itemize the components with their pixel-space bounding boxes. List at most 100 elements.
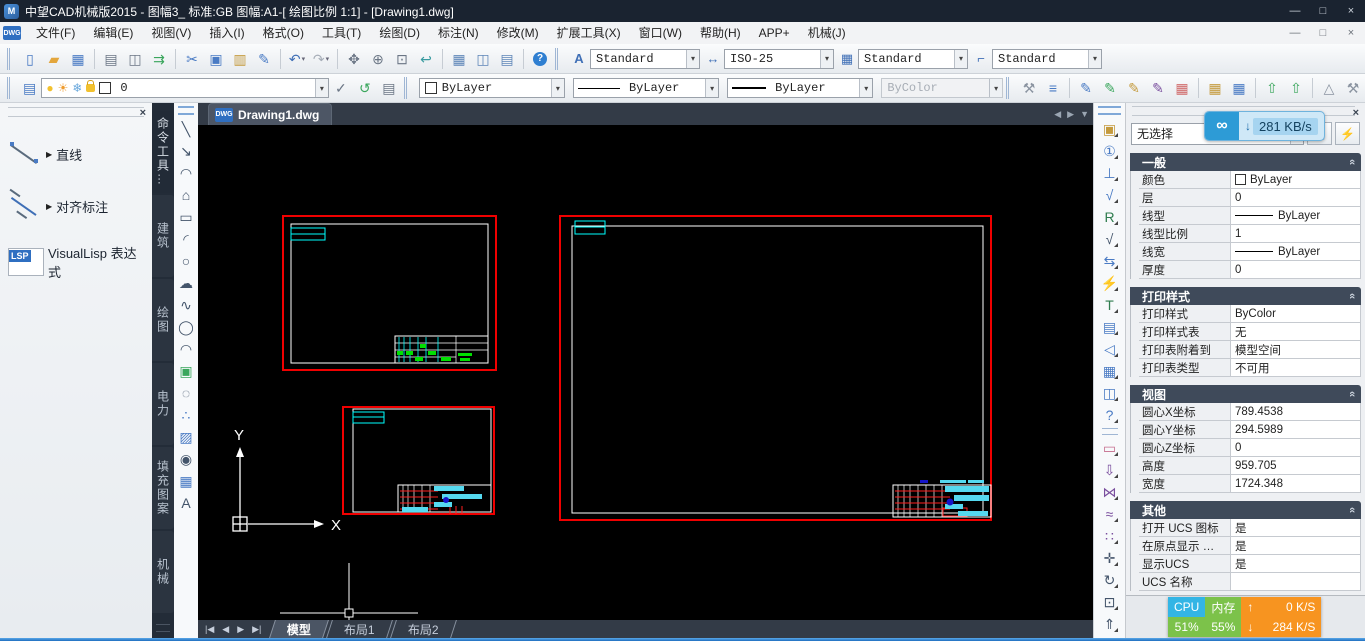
minimize-button[interactable]: — bbox=[1281, 0, 1309, 22]
collapse-chevron-icon[interactable]: « bbox=[1346, 507, 1358, 513]
layer-previous-button[interactable]: ↺ bbox=[353, 76, 377, 100]
print-preview-button[interactable]: ◫ bbox=[123, 47, 147, 71]
mechanical-menu[interactable]: 机械(J) bbox=[799, 23, 855, 44]
paste-button[interactable]: ▥ bbox=[228, 47, 252, 71]
bom-table-button[interactable]: ▦ bbox=[1099, 360, 1121, 382]
strip-grip[interactable] bbox=[156, 624, 170, 632]
rectangle-button[interactable]: ▭ bbox=[175, 206, 197, 228]
copy-button[interactable]: ▣ bbox=[204, 47, 228, 71]
mleader-style-combo[interactable]: Standard ▾ bbox=[992, 49, 1102, 69]
layout2-tab[interactable]: 布局2 bbox=[390, 620, 457, 638]
point-button[interactable]: ∴ bbox=[175, 404, 197, 426]
property-value[interactable]: 0 bbox=[1231, 261, 1361, 278]
toolbar-grip[interactable] bbox=[7, 48, 15, 70]
pan-button[interactable]: ✥ bbox=[342, 47, 366, 71]
toolbar-grip[interactable] bbox=[1098, 106, 1121, 115]
general-section-header[interactable]: 一般 « bbox=[1130, 153, 1361, 171]
polygon-button[interactable]: ⌂ bbox=[175, 184, 197, 206]
print-button[interactable]: ▤ bbox=[99, 47, 123, 71]
publish-button[interactable]: ⇉ bbox=[147, 47, 171, 71]
zoom-realtime-button[interactable]: ⊕ bbox=[366, 47, 390, 71]
layer-freeze-viewport-icon[interactable]: ❄ bbox=[72, 82, 82, 94]
multiline-text-button[interactable]: A bbox=[175, 492, 197, 514]
rotate-button[interactable]: ↻ bbox=[1099, 569, 1121, 591]
window-menu[interactable]: 窗口(W) bbox=[630, 23, 691, 44]
open-button[interactable]: ▰ bbox=[42, 47, 66, 71]
maximize-button[interactable]: □ bbox=[1309, 0, 1337, 22]
polyline-button[interactable]: ◠ bbox=[175, 162, 197, 184]
tile-windows-button[interactable]: ◫ bbox=[1099, 382, 1121, 404]
layer-lock-icon[interactable] bbox=[86, 84, 95, 92]
stretch-button[interactable]: ⇑ bbox=[1099, 613, 1121, 635]
drawing-frame-1[interactable] bbox=[283, 216, 496, 370]
layer-states-button[interactable]: ▤ bbox=[377, 76, 401, 100]
palette-grip[interactable] bbox=[8, 107, 144, 117]
app-plus-menu[interactable]: APP+ bbox=[750, 23, 799, 44]
quick-properties-button[interactable]: ≡ bbox=[1041, 76, 1065, 100]
title-block-2[interactable] bbox=[893, 480, 991, 517]
edit-block-button[interactable]: ✎ bbox=[1098, 76, 1122, 100]
balloon-button[interactable]: ① bbox=[1099, 140, 1121, 162]
property-value[interactable]: 是 bbox=[1231, 537, 1361, 554]
part-library-button[interactable]: ▣ bbox=[1099, 118, 1121, 140]
text-tool-button[interactable]: T bbox=[1099, 294, 1121, 316]
property-value[interactable]: 不可用 bbox=[1231, 359, 1361, 376]
doc-restore-button[interactable]: □ bbox=[1309, 22, 1337, 44]
hatch-patterns-tab[interactable]: 填充图案 bbox=[152, 447, 174, 529]
datum-symbol-button[interactable]: ⊥ bbox=[1099, 162, 1121, 184]
donut-button[interactable]: ◉ bbox=[175, 448, 197, 470]
line-tool-item[interactable]: ▶ 直线 bbox=[8, 139, 148, 169]
view-section-header[interactable]: 视图 « bbox=[1130, 385, 1361, 403]
property-value[interactable]: 0 bbox=[1231, 439, 1361, 456]
table-style-combo[interactable]: Standard ▾ bbox=[858, 49, 968, 69]
document-tab[interactable]: DWG Drawing1.dwg bbox=[208, 103, 332, 125]
zoom-window-button[interactable]: ⊡ bbox=[390, 47, 414, 71]
command-tools-tab[interactable]: 命令工具… bbox=[152, 111, 174, 193]
toolbar-grip[interactable] bbox=[178, 106, 194, 115]
quick-calc-button[interactable]: ▦ bbox=[447, 47, 471, 71]
radius-dimension-button[interactable]: R bbox=[1099, 206, 1121, 228]
array-button[interactable]: ∷ bbox=[1099, 525, 1121, 547]
property-value[interactable]: 是 bbox=[1231, 555, 1361, 572]
redo-dropdown-arrow[interactable]: ▾ bbox=[326, 55, 330, 63]
collapse-chevron-icon[interactable]: « bbox=[1346, 293, 1358, 299]
edit-menu[interactable]: 编辑(E) bbox=[84, 23, 142, 44]
property-value[interactable]: 是 bbox=[1231, 519, 1361, 536]
customize-tools-button[interactable]: ⚒ bbox=[1341, 76, 1365, 100]
prev-layout-button[interactable]: ◀ bbox=[219, 624, 232, 635]
text-style-combo[interactable]: Standard ▾ bbox=[590, 49, 700, 69]
collapse-chevron-icon[interactable]: « bbox=[1346, 391, 1358, 397]
dim-style-combo[interactable]: ISO-25 ▾ bbox=[724, 49, 834, 69]
edit-table-cell-button[interactable]: ▦ bbox=[1227, 76, 1251, 100]
smart-annotation-button[interactable]: ⚡ bbox=[1099, 272, 1121, 294]
drawing-frame-3[interactable] bbox=[343, 407, 494, 514]
property-value[interactable] bbox=[1231, 573, 1361, 590]
make-layer-current-button[interactable]: ✓ bbox=[329, 76, 353, 100]
layer-thaw-sun-icon[interactable]: ☀ bbox=[58, 82, 69, 94]
cut-button[interactable]: ✂ bbox=[180, 47, 204, 71]
prev-doc-button[interactable]: ◀ bbox=[1054, 109, 1061, 120]
erase-button[interactable]: ▭ bbox=[1099, 437, 1121, 459]
undo-dropdown-arrow[interactable]: ▾ bbox=[302, 55, 306, 63]
linetype-control-combo[interactable]: ByLayer ▾ bbox=[573, 78, 719, 98]
hatch-button[interactable]: ▨ bbox=[175, 426, 197, 448]
edit-table-button[interactable]: ▦ bbox=[1203, 76, 1227, 100]
draw-menu[interactable]: 绘图(D) bbox=[370, 23, 429, 44]
make-block-button[interactable]: ◌ bbox=[175, 382, 197, 404]
title-block-3[interactable] bbox=[398, 485, 491, 514]
block-attribute-manager-button[interactable]: ▦ bbox=[1170, 76, 1194, 100]
property-value[interactable]: ByLayer bbox=[1231, 243, 1361, 260]
edit-text-button[interactable]: ✎ bbox=[1122, 76, 1146, 100]
insert-layout-button[interactable]: ⇩ bbox=[1099, 459, 1121, 481]
export-layout-button[interactable]: ⇧ bbox=[1260, 76, 1284, 100]
network-speed-overlay[interactable]: ∞ ↓ 281 KB/s bbox=[1204, 111, 1325, 141]
edit-attributes-button[interactable]: ✎ bbox=[1074, 76, 1098, 100]
select-objects-button[interactable]: ⚡ bbox=[1335, 122, 1360, 145]
move-button[interactable]: ✛ bbox=[1099, 547, 1121, 569]
property-value[interactable]: 1724.348 bbox=[1231, 475, 1361, 492]
circle-button[interactable]: ○ bbox=[175, 250, 197, 272]
last-layout-button[interactable]: ▶| bbox=[249, 624, 264, 635]
property-value[interactable]: 959.705 bbox=[1231, 457, 1361, 474]
audio-note-button[interactable]: ◁ bbox=[1099, 338, 1121, 360]
property-value[interactable]: 1 bbox=[1231, 225, 1361, 242]
